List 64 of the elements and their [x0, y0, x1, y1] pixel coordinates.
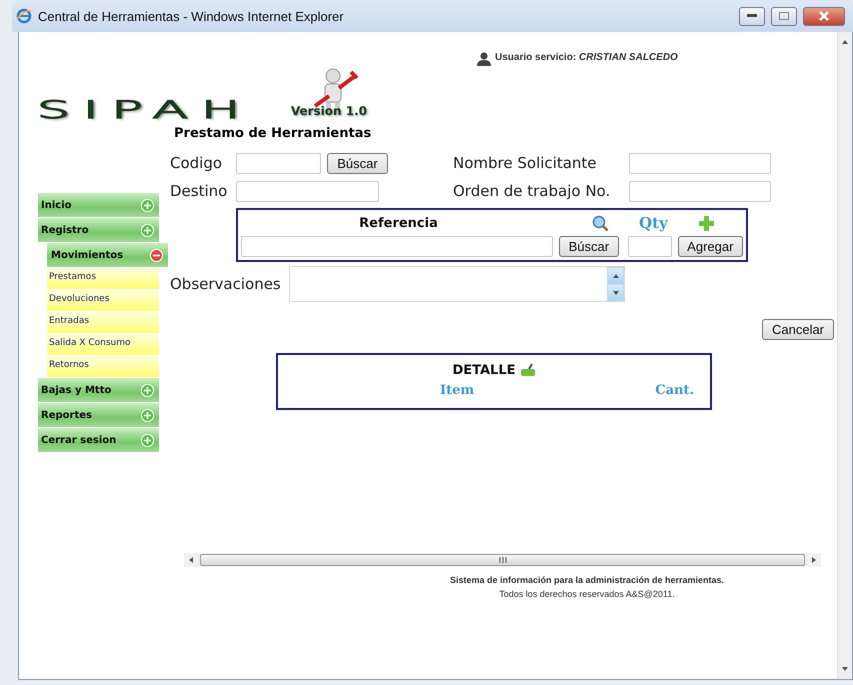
menu-item[interactable]: Registro: [38, 218, 159, 242]
close-icon: [819, 11, 829, 21]
user-icon: [477, 52, 491, 66]
submenu-link[interactable]: Prestamos: [47, 268, 159, 289]
footer-text: Todos los derechos reservados A&S@2011.: [499, 589, 675, 599]
qty-input[interactable]: [628, 236, 672, 256]
minimize-button[interactable]: [739, 6, 765, 26]
scroll-up-icon[interactable]: [612, 272, 620, 280]
submenu-link[interactable]: Devoluciones: [47, 290, 159, 311]
app-logo: SIPAH Version 1.0: [37, 42, 369, 122]
search-button[interactable]: Búscar: [327, 152, 388, 174]
submenu-link[interactable]: Entradas: [47, 312, 159, 333]
maximize-button[interactable]: [771, 6, 797, 26]
footer-text: Sistema de información para la administración de herramientas.: [450, 575, 724, 585]
browser-icon: [16, 8, 32, 24]
reference-title: Referencia: [358, 216, 439, 230]
qty-label: Qty: [639, 214, 668, 232]
basket-icon: [520, 363, 536, 377]
vertical-scrollbar[interactable]: [837, 32, 852, 679]
collapse-icon[interactable]: [150, 248, 163, 262]
scroll-down-icon[interactable]: [841, 665, 849, 673]
search-icon[interactable]: [592, 214, 609, 232]
expand-icon[interactable]: [141, 384, 154, 396]
scroll-up-icon[interactable]: [841, 38, 849, 46]
scroll-down-icon[interactable]: [612, 288, 620, 296]
expand-icon[interactable]: [141, 434, 154, 446]
menu-item[interactable]: Bajas y Mtto: [38, 378, 159, 402]
user-info: Usuario servicio: CRISTIAN SALCEDO: [495, 52, 678, 63]
scroll-right-icon[interactable]: [810, 556, 818, 564]
menu-item[interactable]: Reportes: [38, 403, 159, 427]
page-heading: Prestamo de Herramientas: [174, 126, 372, 141]
field-label: Destino: [170, 182, 228, 200]
observations-field[interactable]: [289, 266, 625, 302]
grip-icon: [498, 557, 506, 563]
expand-icon[interactable]: [141, 198, 154, 212]
field-label: Observaciones: [170, 275, 282, 293]
submenu-link[interactable]: Salida X Consumo: [47, 334, 159, 355]
field-label: Nombre Solicitante: [453, 154, 598, 172]
requester-input[interactable]: [629, 152, 771, 174]
destination-input[interactable]: [236, 180, 379, 202]
expand-icon[interactable]: [141, 408, 154, 422]
menu-item[interactable]: Inicio: [38, 193, 159, 217]
maximize-icon: [779, 12, 789, 20]
window-title: Central de Herramientas - Windows Internet Explorer: [38, 8, 345, 24]
close-button[interactable]: [803, 6, 845, 26]
menu-item[interactable]: Cerrar sesion: [38, 428, 159, 452]
cancel-button[interactable]: Cancelar: [762, 319, 834, 340]
menu-item[interactable]: Movimientos: [47, 243, 168, 267]
horizontal-scrollbar[interactable]: [184, 553, 821, 567]
reference-input[interactable]: [241, 236, 554, 256]
column-header: Item: [440, 383, 474, 398]
minimize-icon: [747, 14, 757, 18]
work-order-input[interactable]: [629, 180, 771, 202]
field-label: Codigo: [170, 154, 224, 172]
expand-icon[interactable]: [141, 224, 154, 236]
search-button[interactable]: Búscar: [559, 236, 619, 256]
column-header: Cant.: [655, 383, 694, 398]
add-button[interactable]: Agregar: [678, 236, 743, 256]
detail-title: DETALLE: [452, 362, 516, 378]
plus-icon[interactable]: [698, 216, 714, 230]
scroll-left-icon[interactable]: [187, 556, 195, 564]
submenu-link[interactable]: Retornos: [47, 356, 159, 377]
code-input[interactable]: [236, 152, 321, 174]
field-label: Orden de trabajo No.: [453, 182, 612, 200]
